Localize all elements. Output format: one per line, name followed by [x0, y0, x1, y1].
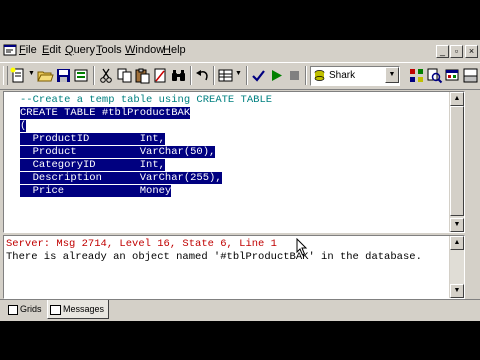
query-editor[interactable]: --Create a temp table using CREATE TABLE…	[3, 91, 465, 233]
menu-file[interactable]: File	[19, 44, 37, 56]
messages-icon	[50, 304, 61, 315]
scroll-thumb[interactable]	[450, 106, 464, 216]
editor-scrollbar[interactable]: ▲ ▼	[449, 92, 464, 232]
code-line[interactable]: CategoryID Int,	[20, 159, 272, 172]
clear-window-icon[interactable]	[152, 67, 169, 84]
stop-icon[interactable]	[286, 67, 303, 84]
code-line[interactable]: CREATE TABLE #tblProductBAK	[20, 107, 272, 120]
code-line[interactable]: ProductID Int,	[20, 133, 272, 146]
code-line-text: Product VarChar(50),	[20, 146, 216, 158]
undo-icon[interactable]	[194, 67, 211, 84]
code-line-text: ProductID Int,	[20, 133, 165, 145]
tab-messages[interactable]: Messages	[47, 300, 109, 319]
minimize-button[interactable]: _	[436, 45, 449, 58]
code-line[interactable]: --Create a temp table using CREATE TABLE	[20, 94, 272, 107]
code-line-text: (	[20, 120, 27, 132]
tab-messages-label: Messages	[63, 304, 105, 314]
open-folder-icon[interactable]	[37, 67, 54, 84]
query-analyzer-window: File Edit Query Tools Window Help _ ▫ × …	[0, 40, 480, 321]
show-results-pane-icon[interactable]	[462, 67, 479, 84]
binoculars-icon[interactable]	[170, 67, 187, 84]
database-select[interactable]: Shark ▼	[310, 66, 400, 86]
query-window-icon[interactable]	[3, 43, 17, 57]
scroll-up-button[interactable]: ▲	[450, 236, 464, 250]
grid-icon	[8, 304, 18, 315]
code-line[interactable]: Description VarChar(255),	[20, 172, 272, 185]
code-line-text: --Create a temp table using CREATE TABLE	[20, 94, 273, 106]
toolbar-separator	[93, 66, 95, 85]
object-search-icon[interactable]	[426, 67, 443, 84]
toolbar-separator	[246, 66, 248, 85]
error-message: Server: Msg 2714, Level 16, State 6, Lin…	[6, 238, 277, 250]
paste-icon[interactable]	[134, 67, 151, 84]
database-select-value: Shark	[329, 70, 356, 81]
database-icon	[314, 70, 325, 81]
tab-grids[interactable]: Grids	[6, 300, 46, 318]
results-pane[interactable]: Server: Msg 2714, Level 16, State 6, Lin…	[3, 235, 465, 299]
cut-icon[interactable]	[98, 67, 115, 84]
menu-help[interactable]: Help	[163, 44, 186, 56]
insert-template-icon[interactable]	[73, 67, 90, 84]
code-line-text: CREATE TABLE #tblProductBAK	[20, 107, 191, 119]
toolbar-separator	[190, 66, 192, 85]
menu-query[interactable]: Query	[65, 44, 95, 56]
close-button[interactable]: ×	[465, 45, 478, 58]
code-line-text: Description VarChar(255),	[20, 172, 222, 184]
toolbar-separator	[305, 66, 307, 85]
tab-grids-label: Grids	[20, 304, 42, 314]
results-tabs: Grids Messages	[0, 299, 480, 321]
connection-properties-icon[interactable]	[444, 67, 461, 84]
parse-checkmark-icon[interactable]	[250, 67, 267, 84]
new-query-icon[interactable]	[10, 67, 27, 84]
save-icon[interactable]	[55, 67, 72, 84]
toolbar-grip[interactable]	[3, 66, 8, 85]
results-scrollbar[interactable]: ▲ ▼	[449, 236, 464, 298]
code-line[interactable]: Product VarChar(50),	[20, 146, 272, 159]
code-line[interactable]: (	[20, 120, 272, 133]
toolbar: ▼ ▼ Shark ▼	[0, 62, 480, 90]
chevron-down-icon[interactable]: ▼	[385, 67, 399, 83]
object-browser-icon[interactable]	[408, 67, 425, 84]
mouse-cursor-icon	[296, 238, 308, 256]
restore-button[interactable]: ▫	[450, 45, 463, 58]
menu-tools[interactable]: Tools	[96, 44, 122, 56]
execute-play-icon[interactable]	[268, 67, 285, 84]
chevron-down-icon[interactable]: ▼	[28, 70, 35, 77]
toolbar-separator	[213, 66, 215, 85]
info-message: There is already an object named '#tblPr…	[6, 251, 422, 263]
scroll-up-button[interactable]: ▲	[450, 92, 464, 106]
query-text[interactable]: --Create a temp table using CREATE TABLE…	[20, 94, 272, 198]
code-line[interactable]: Price Money	[20, 185, 272, 198]
code-line-text: CategoryID Int,	[20, 159, 165, 171]
scroll-down-button[interactable]: ▼	[450, 284, 464, 298]
chevron-down-icon[interactable]: ▼	[235, 70, 242, 77]
code-line-text: Price Money	[20, 185, 172, 197]
results-grid-icon[interactable]	[217, 67, 234, 84]
menu-bar: File Edit Query Tools Window Help _ ▫ ×	[0, 40, 480, 62]
menu-window[interactable]: Window	[125, 44, 164, 56]
scroll-down-button[interactable]: ▼	[450, 218, 464, 232]
menu-edit[interactable]: Edit	[42, 44, 61, 56]
copy-icon[interactable]	[116, 67, 133, 84]
